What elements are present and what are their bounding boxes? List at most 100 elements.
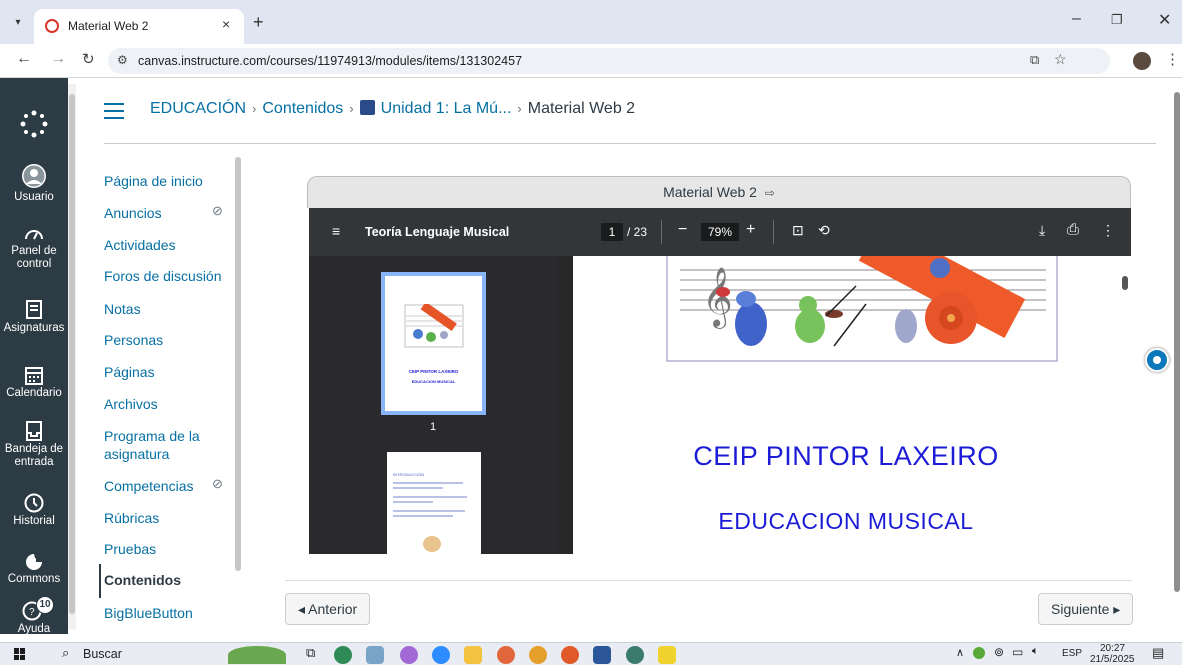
pdf-page: 𝄞 CEIP PINTOR LAXEIRO EDUCACION MUSICAL [573,256,1119,554]
tray-date[interactable]: 21/5/2025 [1090,654,1135,665]
global-nav-dashboard[interactable]: Panel de control [0,225,68,271]
rotate-icon[interactable]: ⟲ [818,222,830,239]
taskbar-app-icon[interactable] [658,646,676,664]
course-nav-modules[interactable]: Contenidos [99,564,181,598]
zoom-in-button[interactable]: + [746,221,755,239]
tray-time[interactable]: 20:27 [1100,643,1125,654]
pdf-page-view: 𝄞 CEIP PINTOR LAXEIRO EDUCACION MUSICAL [557,256,1131,554]
zoom-app-icon[interactable] [432,646,450,664]
course-nav-bigbluebutton[interactable]: BigBlueButton [104,605,193,621]
restore-button[interactable]: ❐ [1111,12,1123,28]
file-title: Material Web 2 [663,184,757,200]
forward-button[interactable]: → [50,50,66,68]
breadcrumb-course[interactable]: EDUCACIÓN [150,100,246,117]
pdf-sidebar-menu-icon[interactable]: ≡ [332,223,340,239]
cast-icon[interactable]: ⧉ [1030,52,1039,68]
profile-avatar[interactable] [1133,52,1151,70]
taskbar-app-icon[interactable] [366,646,384,664]
browser-tab[interactable]: Material Web 2 × [34,9,244,44]
course-nav-assignments[interactable]: Actividades [104,237,176,253]
music-illustration: 𝄞 [666,256,1058,362]
course-nav-quizzes[interactable]: Pruebas [104,541,156,557]
global-nav-calendar[interactable]: Calendario [0,365,68,400]
close-window-button[interactable]: ✕ [1158,10,1171,30]
course-nav-files[interactable]: Archivos [104,396,158,412]
global-nav-inbox[interactable]: Bandeja de entrada [0,421,68,469]
next-button[interactable]: Siguiente ▸ [1038,593,1134,625]
global-nav-label: Usuario [14,191,54,203]
tray-battery-icon[interactable]: ▭ [1012,645,1023,659]
course-nav-syllabus[interactable]: Programa de la asignatura [104,427,222,463]
global-nav-label: Bandeja de entrada [4,443,64,468]
print-icon[interactable]: ⎙ [1067,221,1079,238]
course-nav-grades[interactable]: Notas [104,301,141,317]
minimize-button[interactable]: – [1072,10,1081,28]
course-nav-people[interactable]: Personas [104,332,163,348]
tray-language[interactable]: ESP [1062,648,1082,659]
global-navigation: Usuario Panel de control Asignaturas Cal… [0,78,68,636]
pdf-zoom-input[interactable]: 79% [701,223,739,241]
courses-icon [26,300,42,319]
task-view-icon[interactable]: ⧉ [306,645,315,661]
global-nav-user[interactable]: Usuario [0,163,68,204]
word-icon[interactable] [593,646,611,664]
bookmark-star-icon[interactable]: ☆ [1054,51,1067,68]
course-nav-rubrics[interactable]: Rúbricas [104,510,159,526]
breadcrumb-section[interactable]: Contenidos [262,100,343,117]
course-nav-announcements[interactable]: Anuncios [104,205,162,221]
browser-menu-icon[interactable]: ⋮ [1165,50,1180,68]
pdf-more-icon[interactable]: ⋮ [1101,222,1115,239]
canvas-logo-icon[interactable] [20,110,48,138]
global-nav-history[interactable]: Historial [0,493,68,528]
pdf-thumbnail-page-2[interactable]: INTRODUCCIÓN [387,452,481,554]
breadcrumb-module[interactable]: Unidad 1: La Mú... [381,100,512,117]
taskbar-app-icon[interactable] [497,646,515,664]
taskbar-app-icon[interactable] [334,646,352,664]
open-external-icon[interactable]: ⇨ [765,186,775,200]
course-nav-outcomes[interactable]: Competencias [104,478,194,494]
taskbar-app-icon[interactable] [400,646,418,664]
pdf-page-scrollbar[interactable] [1119,256,1131,554]
tray-volume-icon[interactable]: 🔈︎ [1032,645,1039,658]
reload-button[interactable]: ↻ [82,50,95,68]
tab-close-icon[interactable]: × [222,16,230,32]
svg-text:?: ? [29,607,35,618]
course-nav-home[interactable]: Página de inicio [104,173,203,189]
thumbnail-page-number: 1 [430,421,437,433]
commons-icon [26,554,42,570]
download-icon[interactable]: ⤓ [1039,222,1045,239]
windows-start-icon[interactable] [14,648,26,660]
notifications-icon[interactable]: ▤ [1152,645,1164,661]
hamburger-menu-icon[interactable] [104,103,124,119]
site-info-icon[interactable]: ⚙ [117,53,128,67]
pdf-thumbnail-page-1[interactable]: CEIP PINTOR LAXEIRO EDUCACION MUSICAL [381,272,486,415]
fit-page-icon[interactable]: ⊡ [792,222,804,239]
taskbar-search[interactable]: Buscar [83,647,122,661]
file-explorer-icon[interactable] [464,646,482,664]
chrome-profile-icon[interactable] [626,646,644,664]
zoom-out-button[interactable]: − [678,221,687,239]
tray-wifi-icon[interactable]: ⊚ [994,645,1004,659]
toolbar-divider [661,220,662,244]
pdf-page-input[interactable]: 1 [601,223,623,241]
chat-launcher-icon[interactable] [1145,348,1169,372]
previous-button[interactable]: ◂ Anterior [285,593,371,625]
global-nav-scrollbar[interactable] [68,84,76,629]
course-nav-pages[interactable]: Páginas [104,364,155,380]
global-nav-courses[interactable]: Asignaturas [0,300,68,335]
chrome-profile-icon[interactable] [561,646,579,664]
tray-app-icon[interactable] [973,647,985,659]
global-nav-commons[interactable]: Commons [0,553,68,586]
new-tab-button[interactable]: + [253,12,264,33]
back-button[interactable]: ← [16,50,32,68]
global-nav-label: Ayuda [17,623,51,635]
global-nav-label: Asignaturas [3,322,65,334]
tray-expand-icon[interactable]: ∧ [956,646,964,659]
address-bar[interactable]: ⚙ canvas.instructure.com/courses/1197491… [108,48,1110,74]
global-nav-help[interactable]: ? Ayuda [0,599,68,636]
course-nav-discussions[interactable]: Foros de discusión [104,268,222,284]
page-scrollbar[interactable] [1172,80,1182,632]
chrome-icon[interactable] [529,646,547,664]
tab-list-button[interactable]: ▾ [9,14,27,32]
course-nav-scrollbar[interactable] [233,145,243,630]
